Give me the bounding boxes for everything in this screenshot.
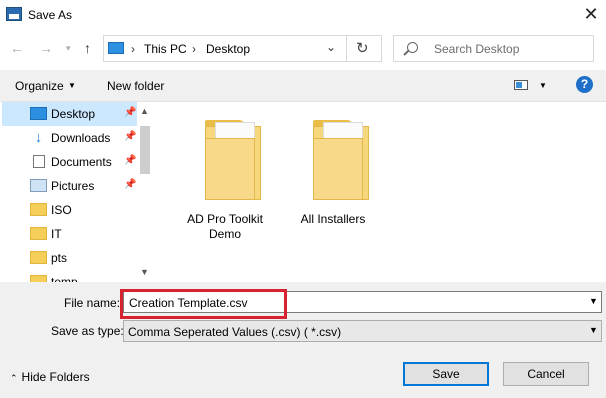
sidebar-item-downloads[interactable]: ↓ Downloads 📌 <box>2 126 138 150</box>
hide-folders-toggle[interactable]: ⌃ Hide Folders <box>10 370 90 384</box>
folder-icon <box>30 227 47 240</box>
help-icon[interactable]: ? <box>576 76 593 93</box>
window-title: Save As <box>28 8 73 22</box>
folder-icon <box>30 251 47 264</box>
sidebar-item-desktop[interactable]: Desktop 📌 <box>2 102 138 126</box>
close-icon[interactable]: ✕ <box>580 3 602 25</box>
folder-icon <box>313 120 369 200</box>
desktop-icon <box>30 107 47 120</box>
sidebar-item-label: ISO <box>51 203 72 217</box>
save-as-type-chevron-icon[interactable]: ▼ <box>589 325 598 335</box>
cancel-button[interactable]: Cancel <box>503 362 589 386</box>
file-item-ad-pro-toolkit-demo[interactable]: AD Pro Toolkit Demo <box>175 116 275 246</box>
file-item-label: All Installers <box>300 212 366 226</box>
search-box[interactable]: Search Desktop <box>393 35 594 62</box>
sidebar-item-documents[interactable]: Documents 📌 <box>2 150 138 174</box>
scroll-down-icon[interactable]: ▼ <box>140 267 149 277</box>
search-icon <box>407 42 418 53</box>
scrollbar-thumb[interactable] <box>140 126 150 174</box>
save-options-panel: File name: Creation Template.csv ▼ Save … <box>0 282 606 398</box>
address-bar[interactable]: › This PC › Desktop ⌄ ↻ <box>103 35 382 62</box>
folder-icon <box>205 120 261 200</box>
download-icon: ↓ <box>34 129 43 146</box>
back-arrow-icon[interactable]: ← <box>10 40 24 56</box>
view-options-icon[interactable] <box>514 80 528 90</box>
sidebar-item-pts[interactable]: pts <box>2 246 138 270</box>
refresh-icon[interactable]: ↻ <box>356 39 369 57</box>
title-bar: Save As ✕ <box>0 0 606 30</box>
sidebar-item-label: temp <box>51 275 78 282</box>
sidebar-item-label: IT <box>51 227 62 241</box>
save-button[interactable]: Save <box>403 362 489 386</box>
sidebar-item-iso[interactable]: ISO <box>2 198 138 222</box>
scroll-up-icon[interactable]: ▲ <box>140 106 149 116</box>
sidebar-item-label: Downloads <box>51 131 111 145</box>
address-history-chevron-icon[interactable]: ⌄ <box>326 40 336 54</box>
sidebar-item-label: Documents <box>51 155 112 169</box>
breadcrumb-separator-icon[interactable]: › <box>192 42 196 56</box>
folder-icon <box>30 203 47 216</box>
sidebar-item-it[interactable]: IT <box>2 222 138 246</box>
sidebar-scrollbar[interactable]: ▲ ▼ <box>137 102 153 282</box>
save-as-type-select[interactable]: Comma Seperated Values (.csv) ( *.csv) ▼ <box>123 320 602 342</box>
this-pc-icon <box>108 42 124 54</box>
file-name-history-chevron-icon[interactable]: ▼ <box>589 296 598 306</box>
document-icon <box>33 155 45 168</box>
pin-icon: 📌 <box>124 155 137 166</box>
save-as-app-icon <box>6 7 22 21</box>
highlight-annotation-box <box>120 289 287 319</box>
organize-button[interactable]: Organize <box>15 79 64 93</box>
file-name-label: File name: <box>64 296 121 310</box>
file-list: AD Pro Toolkit Demo All Installers <box>153 102 606 282</box>
address-divider <box>346 36 347 61</box>
file-item-label: AD Pro Toolkit Demo <box>187 212 263 241</box>
forward-arrow-icon[interactable]: → <box>39 40 53 56</box>
sidebar-item-label: pts <box>51 251 68 265</box>
sidebar-item-temp[interactable]: temp <box>2 270 138 282</box>
save-as-type-label: Save as type: <box>51 324 124 338</box>
breadcrumb-desktop[interactable]: Desktop <box>206 42 250 56</box>
folder-icon <box>30 275 47 282</box>
pictures-icon <box>30 179 47 192</box>
breadcrumb-this-pc[interactable]: This PC <box>144 42 187 56</box>
file-item-all-installers[interactable]: All Installers <box>283 116 383 246</box>
sidebar-item-pictures[interactable]: Pictures 📌 <box>2 174 138 198</box>
navigation-bar: ← → ▾ ↑ › This PC › Desktop ⌄ ↻ Search D… <box>0 32 606 66</box>
breadcrumb-separator-icon[interactable]: › <box>131 42 135 56</box>
organize-chevron-icon[interactable]: ▼ <box>68 81 76 90</box>
search-input[interactable]: Search Desktop <box>434 42 519 56</box>
recent-locations-chevron-icon[interactable]: ▾ <box>66 43 71 54</box>
pin-icon: 📌 <box>124 107 137 118</box>
pin-icon: 📌 <box>124 131 137 142</box>
navigation-pane: Desktop 📌 ↓ Downloads 📌 Documents 📌 Pict… <box>0 102 153 282</box>
hide-folders-label: Hide Folders <box>21 370 90 384</box>
save-as-type-value: Comma Seperated Values (.csv) ( *.csv) <box>128 325 342 339</box>
chevron-up-icon: ⌃ <box>10 373 18 383</box>
pin-icon: 📌 <box>124 179 137 190</box>
new-folder-button[interactable]: New folder <box>107 79 164 93</box>
view-chevron-icon[interactable]: ▼ <box>539 81 547 90</box>
up-arrow-icon[interactable]: ↑ <box>84 40 91 56</box>
sidebar-item-label: Pictures <box>51 179 95 193</box>
command-toolbar: Organize ▼ New folder ▼ ? <box>0 70 606 102</box>
sidebar-item-label: Desktop <box>51 107 96 121</box>
